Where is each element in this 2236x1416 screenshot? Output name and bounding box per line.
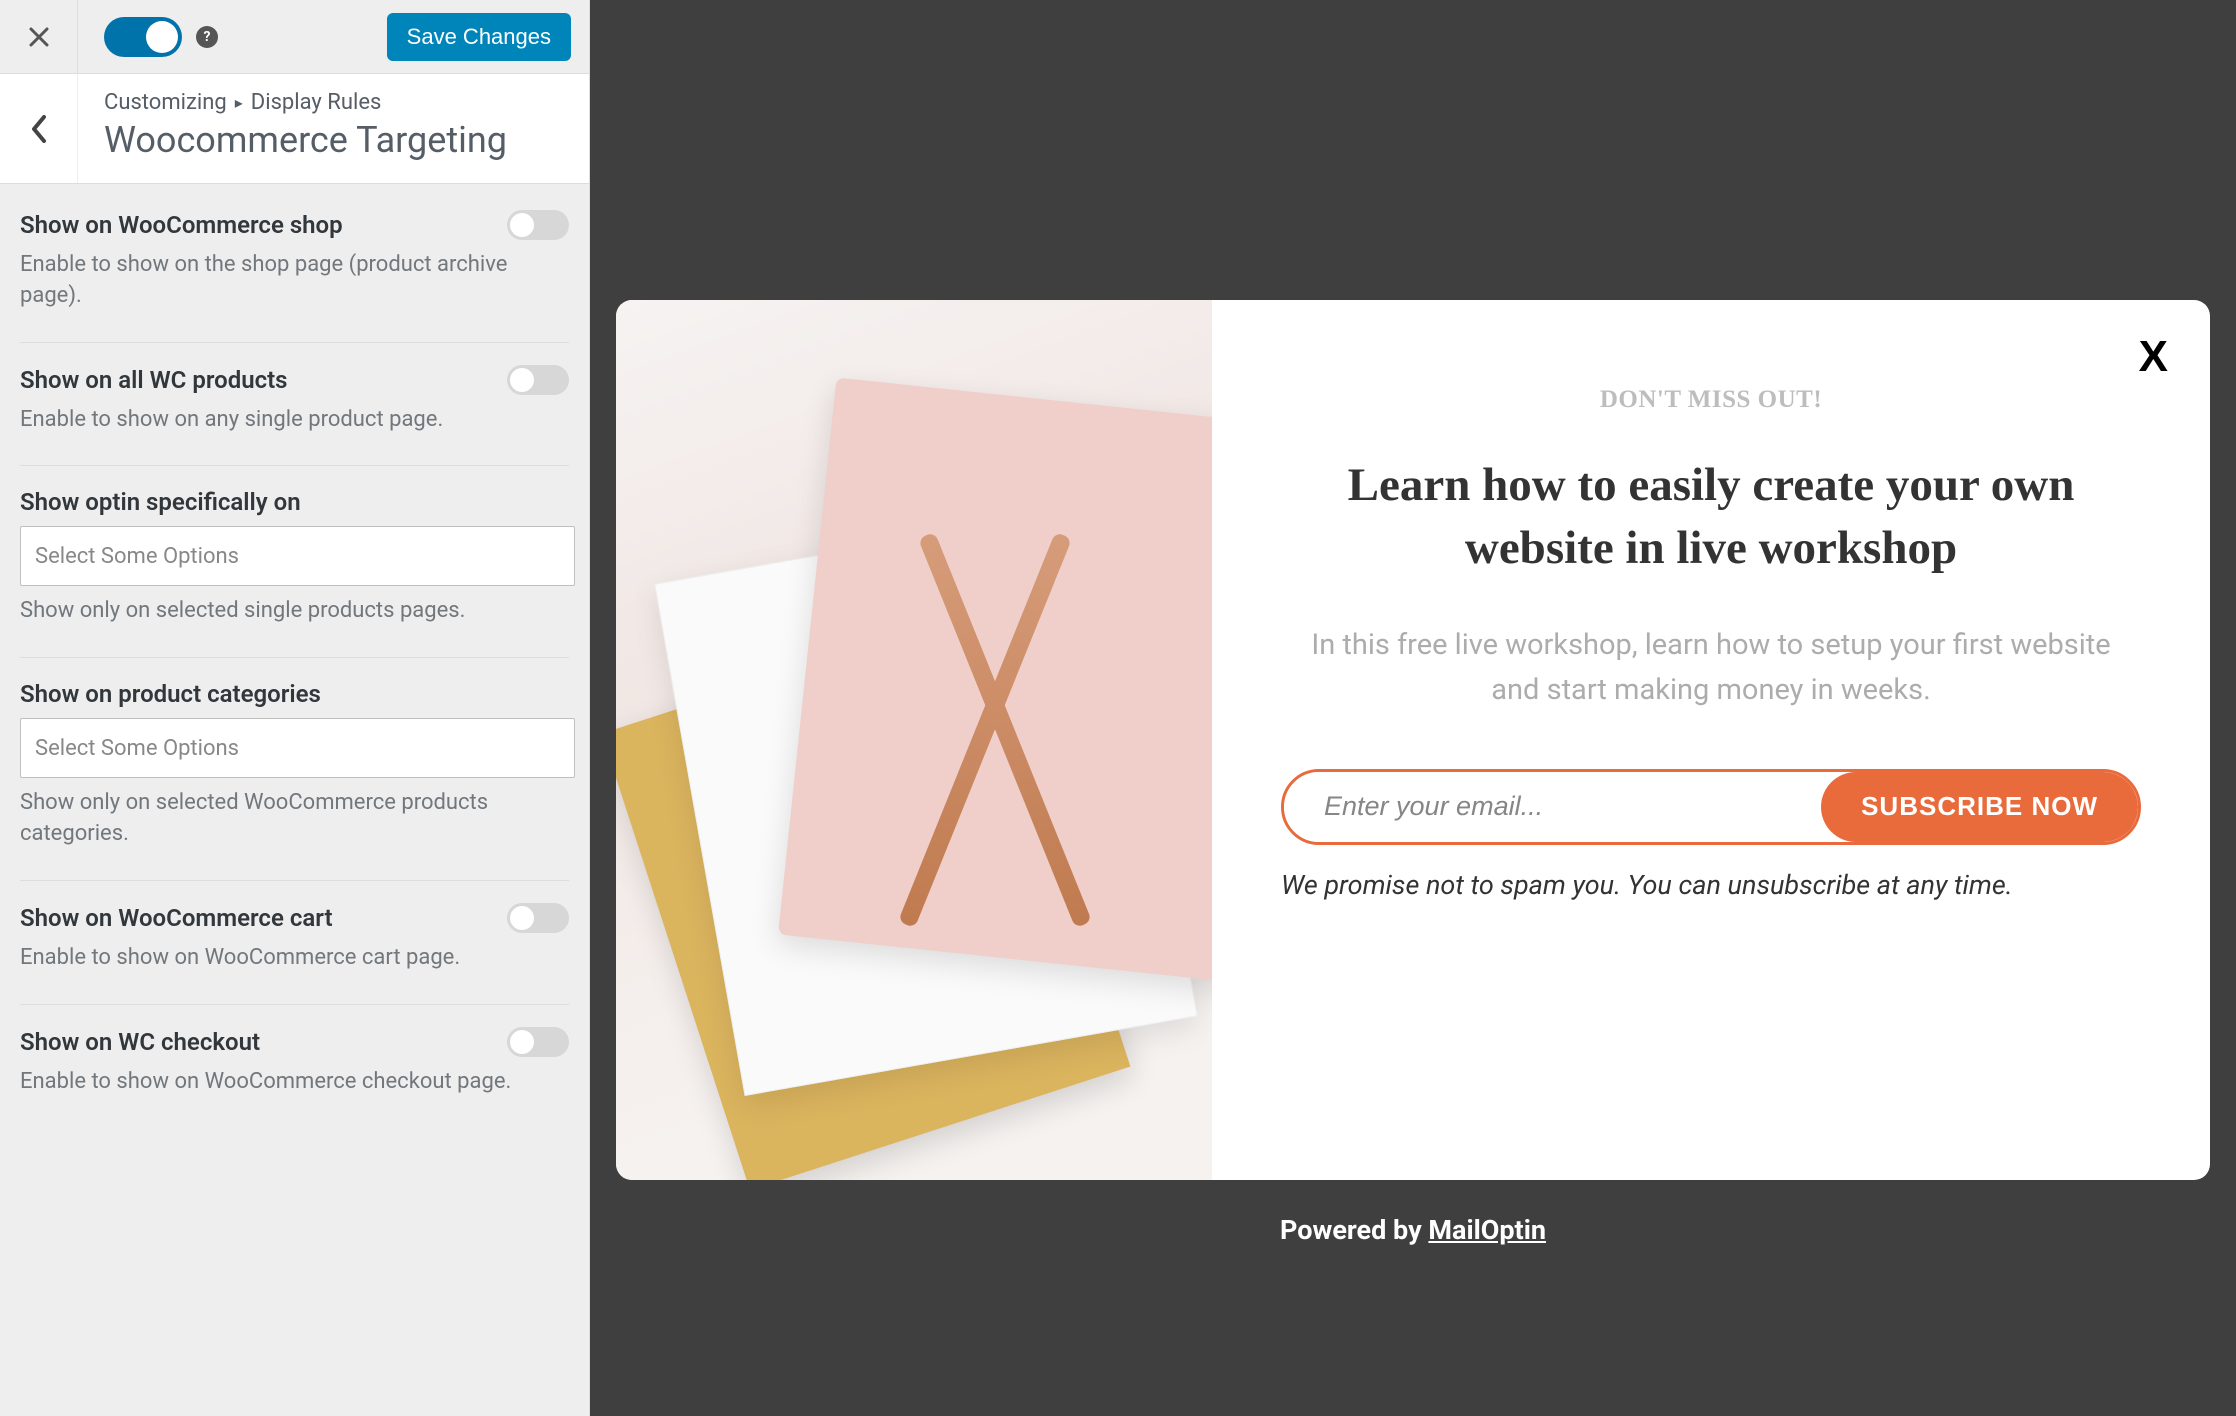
save-button[interactable]: Save Changes <box>387 13 571 61</box>
powered-prefix: Powered by <box>1280 1214 1428 1246</box>
back-button[interactable] <box>0 74 78 183</box>
popup-disclaimer: We promise not to spam you. You can unsu… <box>1281 869 2141 901</box>
setting-products: Show on all WC products Enable to show o… <box>20 343 569 467</box>
select-specific-products[interactable]: Select Some Options <box>20 526 575 586</box>
signup-form: SUBSCRIBE NOW <box>1281 769 2141 845</box>
toggle-cart[interactable] <box>507 903 569 933</box>
breadcrumb: Customizing ▸ Display Rules <box>104 90 563 115</box>
customizer-topbar: ? Save Changes <box>0 0 589 74</box>
setting-desc: Enable to show on WooCommerce cart page. <box>20 943 569 974</box>
campaign-active-toggle[interactable] <box>104 17 182 57</box>
setting-shop: Show on WooCommerce shop Enable to show … <box>20 206 569 343</box>
setting-cart: Show on WooCommerce cart Enable to show … <box>20 881 569 1005</box>
chevron-left-icon <box>30 115 48 143</box>
setting-desc: Show only on selected single products pa… <box>20 596 569 627</box>
setting-label: Show on WooCommerce shop <box>20 211 343 239</box>
setting-desc: Enable to show on any single product pag… <box>20 405 569 436</box>
popup-content: DON'T MISS OUT! Learn how to easily crea… <box>1212 300 2210 1180</box>
popup-headline: Learn how to easily create your own webs… <box>1272 454 2150 581</box>
toggle-products[interactable] <box>507 365 569 395</box>
toggle-shop[interactable] <box>507 210 569 240</box>
setting-label: Show on WooCommerce cart <box>20 904 333 932</box>
setting-label: Show on product categories <box>20 680 321 708</box>
subscribe-button[interactable]: SUBSCRIBE NOW <box>1821 772 2138 842</box>
select-product-categories[interactable]: Select Some Options <box>20 718 575 778</box>
page-title: Woocommerce Targeting <box>104 119 563 161</box>
popup-subtext: In this free live workshop, learn how to… <box>1301 623 2121 713</box>
email-input[interactable] <box>1284 772 1821 842</box>
optin-popup: X DON'T MISS OUT! Learn how to easily cr… <box>616 300 2210 1180</box>
breadcrumb-root: Customizing <box>104 90 227 115</box>
close-icon <box>27 25 51 49</box>
setting-desc: Enable to show on the shop page (product… <box>20 250 569 312</box>
setting-categories: Show on product categories Select Some O… <box>20 658 569 881</box>
powered-link[interactable]: MailOptin <box>1428 1214 1546 1246</box>
panel-header: Customizing ▸ Display Rules Woocommerce … <box>0 74 589 184</box>
customizer-sidebar: ? Save Changes Customizing ▸ Display Rul… <box>0 0 590 1416</box>
help-icon[interactable]: ? <box>196 26 218 48</box>
setting-label: Show optin specifically on <box>20 488 301 516</box>
setting-label: Show on WC checkout <box>20 1028 260 1056</box>
powered-by: Powered by MailOptin <box>1280 1214 1546 1246</box>
toggle-checkout[interactable] <box>507 1027 569 1057</box>
chevron-right-icon: ▸ <box>235 93 243 112</box>
setting-desc: Enable to show on WooCommerce checkout p… <box>20 1067 569 1098</box>
breadcrumb-current: Display Rules <box>251 90 382 115</box>
popup-image <box>616 300 1212 1180</box>
setting-checkout: Show on WC checkout Enable to show on Wo… <box>20 1005 569 1128</box>
popup-overline: DON'T MISS OUT! <box>1600 386 1822 414</box>
preview-pane: X DON'T MISS OUT! Learn how to easily cr… <box>590 0 2236 1416</box>
close-customizer-button[interactable] <box>0 0 78 73</box>
settings-list: Show on WooCommerce shop Enable to show … <box>0 184 589 1416</box>
setting-desc: Show only on selected WooCommerce produc… <box>20 788 569 850</box>
setting-specific: Show optin specifically on Select Some O… <box>20 466 569 658</box>
popup-close-button[interactable]: X <box>2139 332 2168 382</box>
setting-label: Show on all WC products <box>20 366 288 394</box>
